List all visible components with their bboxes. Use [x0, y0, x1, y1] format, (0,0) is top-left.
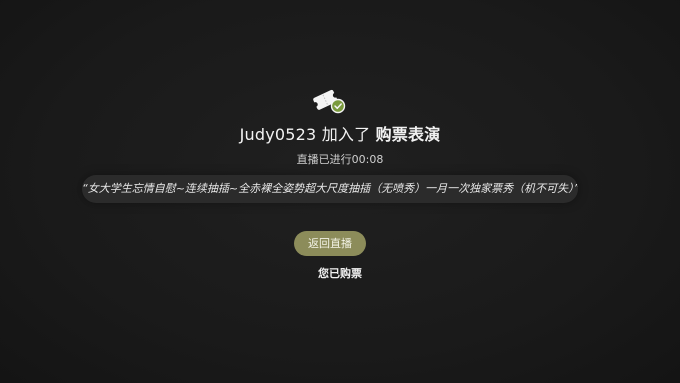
- username: Judy0523: [239, 125, 317, 144]
- return-to-live-button[interactable]: 返回直播: [294, 231, 366, 256]
- join-action: 加入了: [321, 125, 371, 144]
- purchased-status: 您已购票: [318, 267, 362, 280]
- ticket-show-overlay: Judy0523 加入了 购票表演 直播已进行00:08 “女大学生忘情自慰~连…: [0, 0, 680, 383]
- join-target: 购票表演: [375, 125, 441, 144]
- ticket-badge-icon: [310, 85, 350, 117]
- join-message: Judy0523 加入了 购票表演: [0, 124, 680, 146]
- live-duration: 直播已进行00:08: [296, 153, 384, 166]
- show-name-pill: “女大学生忘情自慰~连续抽插~全赤裸全姿势超大尺度抽插（无喷秀）一月一次独家票秀…: [82, 175, 578, 203]
